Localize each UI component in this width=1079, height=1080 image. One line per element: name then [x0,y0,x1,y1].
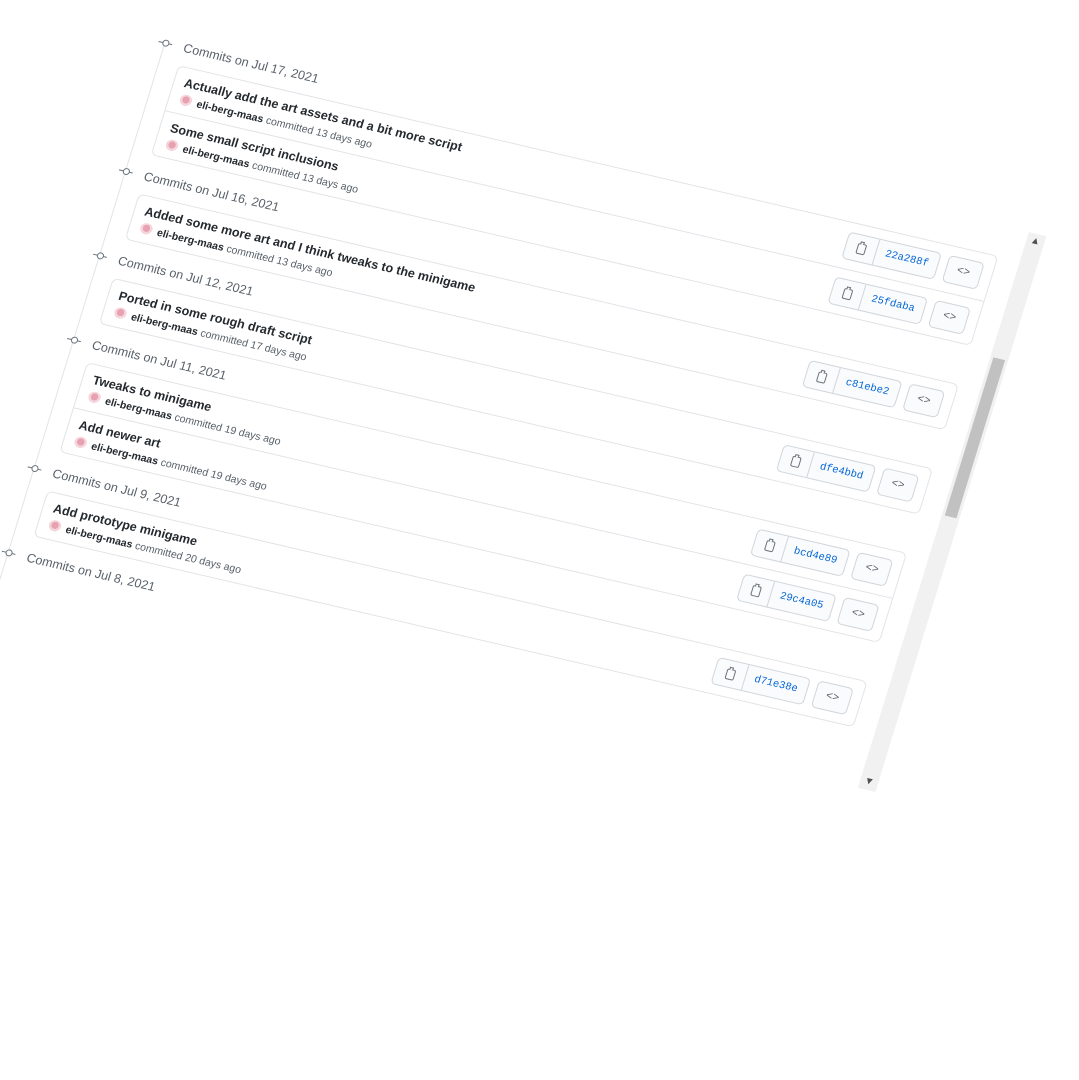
git-commit-icon [26,462,43,477]
scroll-down-arrow-icon[interactable]: ▼ [858,773,880,792]
commit-sha-link[interactable]: d71e38e [742,665,810,704]
commit-timeline: Commits on Jul 17, 2021 Actually add the … [0,30,1007,769]
sha-button-group: d71e38e [710,656,812,706]
clipboard-icon [724,667,737,681]
sha-button-group: 29c4a05 [735,573,837,622]
commit-sha-link[interactable]: 29c4a05 [767,582,835,621]
avatar[interactable] [137,221,155,238]
clipboard-icon [763,539,776,552]
sha-button-group: 25fdaba [827,276,929,325]
avatar[interactable] [111,306,129,322]
git-commit-icon [0,546,17,561]
sha-button-group: c81ebe2 [801,359,903,409]
avatar[interactable] [46,518,63,535]
git-commit-icon [65,333,82,348]
clipboard-icon [789,454,802,468]
clipboard-icon [749,584,762,597]
code-icon: <> [824,690,841,706]
avatar[interactable] [72,435,89,451]
scroll-up-arrow-icon[interactable]: ▲ [1024,232,1046,251]
avatar[interactable] [177,93,194,109]
code-icon: <> [954,265,972,280]
git-commit-icon [91,249,108,264]
page: Commits on Jul 17, 2021 Actually add the … [0,0,1079,1080]
commit-sha-link[interactable]: dfe4bbd [807,452,875,491]
commit-sha-link[interactable]: bcd4e89 [781,537,849,576]
code-icon: <> [889,477,906,493]
commit-history-view: Commits on Jul 17, 2021 Actually add the … [0,30,1047,917]
clipboard-icon [815,370,828,384]
sha-button-group: dfe4bbd [775,444,877,493]
clipboard-icon [841,287,854,300]
git-commit-icon [117,165,134,180]
commit-sha-link[interactable]: 25fdaba [859,285,927,324]
avatar[interactable] [163,138,180,154]
code-icon: <> [915,393,932,408]
code-icon: <> [941,310,958,325]
commit-sha-link[interactable]: c81ebe2 [833,368,901,407]
commit-sha-link[interactable]: 22a288f [873,240,941,279]
clipboard-icon [854,242,867,255]
avatar[interactable] [85,390,103,406]
git-commit-icon [157,36,174,51]
code-icon: <> [863,562,881,577]
code-icon: <> [849,607,867,622]
